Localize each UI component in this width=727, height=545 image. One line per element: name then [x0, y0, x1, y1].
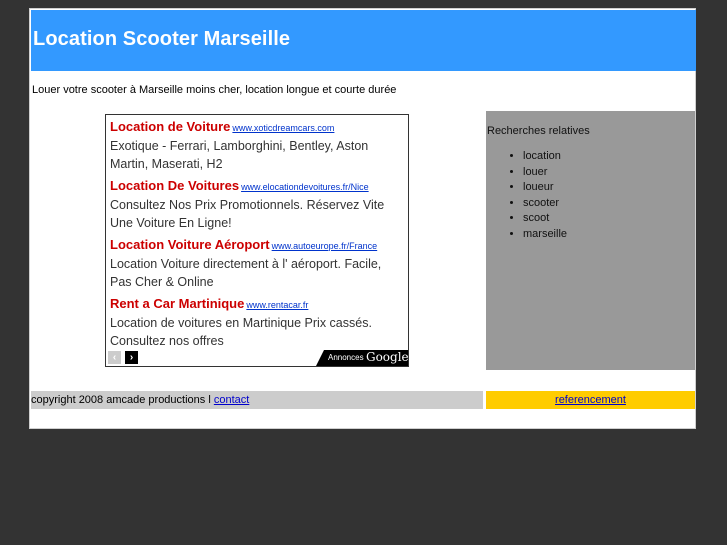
footer-copyright: copyright 2008 amcade productions l cont…	[31, 391, 483, 409]
list-item[interactable]: marseille	[523, 227, 567, 243]
list-item[interactable]: location	[523, 149, 567, 165]
ad-description: Consultez Nos Prix Promotionnels. Réserv…	[110, 198, 385, 230]
page-container: Location Scooter Marseille Louer votre s…	[29, 8, 696, 429]
ad-description: Location Voiture directement à l' aéropo…	[110, 257, 382, 289]
page-title: Location Scooter Marseille	[33, 28, 291, 50]
footer-referencement: referencement	[486, 391, 695, 409]
sidebar-title: Recherches relatives	[487, 125, 590, 137]
ad-footer: ‹ › Annonces Google	[106, 350, 408, 366]
chevron-left-icon[interactable]: ‹	[108, 351, 121, 364]
chevron-right-icon[interactable]: ›	[125, 351, 138, 364]
google-logo: Google	[366, 350, 409, 364]
header: Location Scooter Marseille	[31, 10, 696, 71]
ad-item[interactable]: Location Voiture Aéroport www.autoeurope.…	[110, 236, 400, 291]
ad-url[interactable]: www.xoticdreamcars.com	[232, 123, 334, 133]
ad-description: Location de voitures en Martinique Prix …	[110, 316, 372, 348]
ad-title[interactable]: Rent a Car Martinique	[110, 296, 244, 311]
ad-description: Exotique - Ferrari, Lamborghini, Bentley…	[110, 139, 369, 171]
ad-item[interactable]: Location de Voiture www.xoticdreamcars.co…	[110, 118, 400, 173]
ad-url[interactable]: www.autoeurope.fr/France	[272, 241, 378, 251]
referencement-link[interactable]: referencement	[555, 394, 626, 406]
ad-url[interactable]: www.rentacar.fr	[246, 300, 308, 310]
related-searches-list: location louer loueur scooter scoot mars…	[486, 149, 567, 242]
ad-title[interactable]: Location De Voitures	[110, 178, 239, 193]
ad-title[interactable]: Location Voiture Aéroport	[110, 237, 270, 252]
ad-item[interactable]: Rent a Car Martinique www.rentacar.fr Loc…	[110, 295, 400, 350]
ad-item[interactable]: Location De Voitures www.elocationdevoitu…	[110, 177, 400, 232]
list-item[interactable]: louer	[523, 165, 567, 181]
copyright-text: copyright 2008 amcade productions l	[31, 394, 214, 406]
ad-block: Location de Voiture www.xoticdreamcars.co…	[105, 114, 409, 367]
related-searches-sidebar: Recherches relatives location louer loue…	[486, 111, 695, 370]
contact-link[interactable]: contact	[214, 394, 249, 406]
ad-url[interactable]: www.elocationdevoitures.fr/Nice	[241, 182, 369, 192]
list-item[interactable]: scooter	[523, 196, 567, 212]
list-item[interactable]: scoot	[523, 211, 567, 227]
ad-badge-label: Annonces	[328, 353, 364, 362]
list-item[interactable]: loueur	[523, 180, 567, 196]
tagline: Louer votre scooter à Marseille moins ch…	[32, 84, 397, 96]
ad-title[interactable]: Location de Voiture	[110, 119, 230, 134]
ads-by-google-badge[interactable]: Annonces Google	[316, 350, 408, 366]
